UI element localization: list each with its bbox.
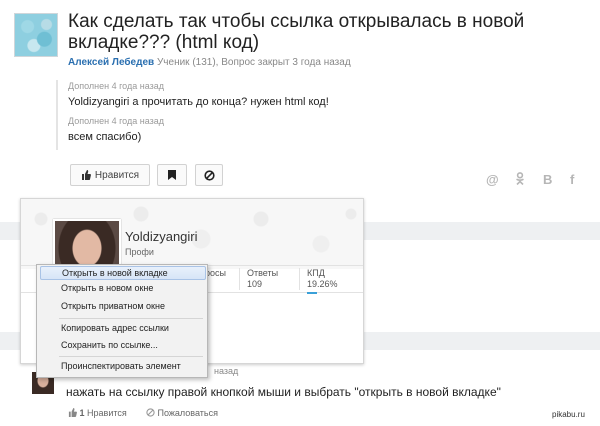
addition-text: всем спасибо) [68, 131, 142, 143]
question-additions: Дополнен 4 года назад Yoldizyangiri а пр… [56, 80, 368, 150]
author-meta: Ученик (131), Вопрос закрыт 3 года назад [156, 57, 351, 68]
share-facebook-icon[interactable]: f [570, 172, 574, 187]
addition-meta: Дополнен 4 года назад [68, 81, 164, 91]
answer-like-count: 1 [79, 408, 85, 418]
bookmark-button[interactable] [157, 164, 187, 186]
like-button[interactable]: Нравится [70, 164, 150, 186]
stat-kpd: КПД 19.26% [307, 268, 338, 290]
answer-meta: назад [214, 366, 239, 376]
stat-questions: росы [205, 268, 226, 279]
answer-report-label: Пожаловаться [157, 408, 218, 418]
addition-meta: Дополнен 4 года назад [68, 116, 164, 126]
answer-text: нажать на ссылку правой кнопкой мыши и в… [66, 385, 501, 399]
question-author-line: Алексей Лебедев Ученик (131), Вопрос зак… [68, 57, 351, 68]
thumbs-up-icon [81, 170, 91, 180]
menu-item-copy-link[interactable]: Копировать адрес ссылки [61, 321, 169, 335]
answer-like-button[interactable]: 1 Нравится [68, 408, 127, 418]
question-title: Как сделать так чтобы ссылка открывалась… [68, 11, 525, 53]
menu-item-open-new-window[interactable]: Открыть в новом окне [61, 281, 153, 295]
profile-name[interactable]: Yoldizyangiri [125, 229, 198, 244]
block-button[interactable] [195, 164, 223, 186]
like-label: Нравится [94, 169, 140, 181]
odnoklassniki-icon [516, 172, 524, 186]
context-menu: Открыть в новой вкладке Открыть в новом … [36, 264, 208, 378]
stat-label: росы [205, 268, 226, 278]
answer-report-button[interactable]: Пожаловаться [146, 408, 218, 418]
share-vk-icon[interactable]: B [543, 172, 552, 187]
stat-value: 109 [247, 279, 263, 289]
addition-text: Yoldizyangiri а прочитать до конца? нуже… [68, 96, 329, 108]
report-icon [146, 408, 155, 417]
watermark: pikabu.ru [552, 410, 585, 419]
stat-label: Ответы [247, 268, 279, 278]
share-ok-icon[interactable] [515, 172, 525, 188]
stat-label: КПД [307, 268, 325, 278]
kpd-progress-bar [307, 292, 317, 294]
menu-separator [59, 318, 203, 319]
answer-like-label: Нравится [87, 408, 127, 418]
share-mail-icon[interactable]: @ [486, 172, 499, 187]
stat-divider [299, 268, 300, 290]
menu-item-save-link[interactable]: Сохранить по ссылке... [61, 338, 158, 352]
menu-item-open-private-window[interactable]: Открыть приватном окне [61, 299, 165, 313]
question-author-avatar[interactable] [14, 13, 58, 57]
stat-divider [239, 268, 240, 290]
menu-separator [59, 356, 203, 357]
bookmark-icon [168, 170, 176, 180]
stat-answers: Ответы 109 [247, 268, 278, 290]
thumbs-up-icon [68, 408, 77, 417]
block-icon [203, 169, 215, 181]
author-name-link[interactable]: Алексей Лебедев [68, 57, 154, 68]
profile-rank: Профи [125, 247, 154, 257]
menu-item-inspect[interactable]: Проинспектировать элемент [61, 359, 181, 373]
stat-value: 19.26% [307, 279, 338, 289]
menu-item-open-new-tab[interactable]: Открыть в новой вкладке [40, 266, 206, 280]
